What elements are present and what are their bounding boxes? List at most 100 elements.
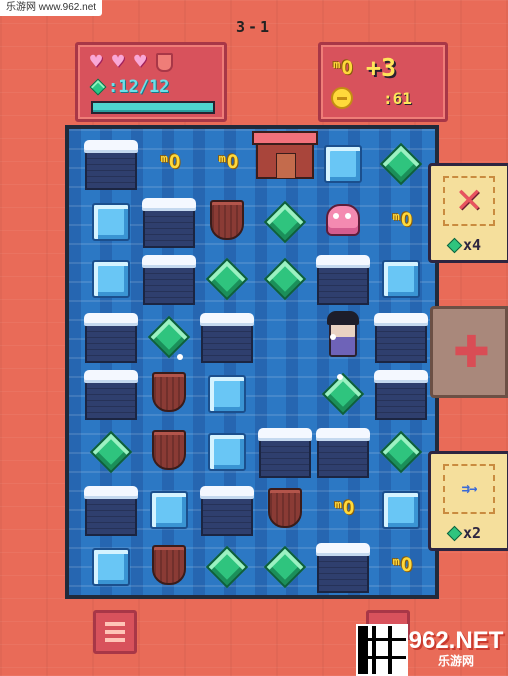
heart-icon: ♥ <box>112 49 125 73</box>
board-tile-key[interactable]: ᵐO <box>314 479 372 537</box>
ice-block-icon <box>258 428 312 478</box>
board-tile-shrine[interactable] <box>252 131 318 191</box>
board-tile-ice-cube[interactable] <box>140 479 198 537</box>
gem-icon <box>263 257 307 301</box>
board-tile-shield[interactable] <box>140 363 198 421</box>
board-tile-ice-block[interactable] <box>140 191 198 249</box>
key-icon: ᵐO <box>216 151 239 173</box>
menu-list-icon <box>105 622 125 626</box>
board-tile-ice-block[interactable] <box>372 363 430 421</box>
ice-cube-icon <box>92 202 130 241</box>
shield-icon <box>152 430 186 470</box>
logo-main-text: 962.NET <box>408 627 504 654</box>
board-tile-ice-cube[interactable] <box>314 133 372 191</box>
board-tile-gem[interactable] <box>314 363 372 421</box>
ice-block-icon <box>374 370 428 421</box>
card-cost: x2 <box>446 524 482 542</box>
green-gem-icon <box>89 78 107 96</box>
ice-cube-icon <box>208 375 246 414</box>
ice-cube-icon <box>150 490 188 529</box>
ice-cube-icon <box>382 260 420 299</box>
key-icon: ᵐO <box>332 496 355 519</box>
logo-sub-text: 乐游网 <box>437 654 474 668</box>
gem-icon <box>205 545 249 589</box>
board-tile-ice-cube[interactable] <box>372 479 430 537</box>
ice-block-icon <box>200 312 254 363</box>
board-tile-gem[interactable] <box>256 191 314 249</box>
board-tile-ice-cube[interactable] <box>82 248 140 306</box>
board-tile-key[interactable]: ᵐO <box>372 191 430 249</box>
board-tile-hero[interactable] <box>314 306 372 364</box>
ice-cube-icon <box>92 548 130 587</box>
player-status-panel: ♥ ♥ ♥ :12/12 <box>75 42 227 122</box>
board-tile-shield[interactable] <box>198 191 256 249</box>
monster-icon <box>326 203 360 236</box>
card-cost-text: x2 <box>463 524 482 542</box>
board-tile-ice-block[interactable] <box>198 479 256 537</box>
ice-cube-icon <box>92 260 130 299</box>
green-gem-icon <box>446 237 463 253</box>
ice-block-icon <box>316 543 370 594</box>
heart-icon: ♥ <box>134 49 147 73</box>
board-tile-ice-cube[interactable] <box>82 536 140 594</box>
board-tile-gem[interactable] <box>198 536 256 594</box>
gem-icon <box>205 257 249 301</box>
ice-block-icon <box>200 485 254 536</box>
board-tile-ice-cube[interactable] <box>372 248 430 306</box>
gem-icon <box>263 545 307 589</box>
board-tile-ice-block[interactable] <box>140 248 198 306</box>
gem-icon <box>321 373 365 416</box>
board-tile-gem[interactable] <box>198 248 256 306</box>
board-tile-gem[interactable] <box>372 421 430 479</box>
ice-block-icon <box>374 312 428 363</box>
coin-count: :61 <box>383 88 412 108</box>
board-tile-ice-block[interactable] <box>372 306 430 364</box>
board-tile-ice-cube[interactable] <box>82 191 140 249</box>
water-sparkle <box>330 334 336 340</box>
board-tile-key[interactable]: ᵐO <box>198 133 256 191</box>
board-tile-gem[interactable] <box>372 133 430 191</box>
plus-icon: ✚ <box>453 327 490 378</box>
ice-block-icon <box>84 312 138 363</box>
board-tile-ice-block[interactable] <box>82 479 140 537</box>
gem-icon <box>147 315 191 359</box>
card-cost-text: x4 <box>463 236 482 254</box>
green-gem-icon <box>446 525 463 541</box>
gem-icon <box>379 430 423 474</box>
shield-outline-icon <box>156 53 174 72</box>
gem-icon <box>89 430 133 474</box>
menu-button[interactable] <box>93 610 137 654</box>
board-tile-gem[interactable] <box>82 421 140 479</box>
board-tile-ice-block[interactable] <box>82 363 140 421</box>
shield-icon <box>152 372 186 413</box>
board-tile-ice-block[interactable] <box>314 536 372 594</box>
ice-block-icon <box>84 370 138 421</box>
board-tile-gem[interactable] <box>256 536 314 594</box>
game-board[interactable]: ᵐO ᵐO ᵐO ᵐO ᵐO <box>65 125 439 599</box>
board-tile-ice-block[interactable] <box>256 421 314 479</box>
key-count: +3 <box>365 53 396 82</box>
key-icon: ᵐO <box>331 56 353 79</box>
board-tile-shield[interactable] <box>256 479 314 537</box>
board-tile-ice-block[interactable] <box>198 306 256 364</box>
card-heal-locked[interactable]: ✚ <box>430 306 508 398</box>
board-tile-ice-block[interactable] <box>314 421 372 479</box>
board-tile-ice-cube[interactable] <box>198 363 256 421</box>
board-tile-key[interactable]: ᵐO <box>140 133 198 191</box>
board-tile-shield[interactable] <box>140 536 198 594</box>
board-tile-key[interactable]: ᵐO <box>372 536 430 594</box>
card-cross-attack[interactable]: ✕ x4 <box>428 163 508 263</box>
board-tile-ice-block[interactable] <box>82 306 140 364</box>
board-tile-shield[interactable] <box>140 421 198 479</box>
board-tile-gem[interactable] <box>140 306 198 364</box>
card-dash[interactable]: ⇉→ x2 <box>428 451 508 551</box>
board-tile-monster[interactable] <box>314 191 372 249</box>
board-tile-gem[interactable] <box>256 248 314 306</box>
board-tile-ice-cube[interactable] <box>198 421 256 479</box>
board-tile-ice-block[interactable] <box>314 248 372 306</box>
ice-cube-icon <box>382 490 420 529</box>
shield-icon <box>152 545 186 586</box>
board-tile-ice-block[interactable] <box>82 133 140 191</box>
water-sparkle <box>177 354 183 360</box>
ice-block-icon <box>316 255 370 306</box>
